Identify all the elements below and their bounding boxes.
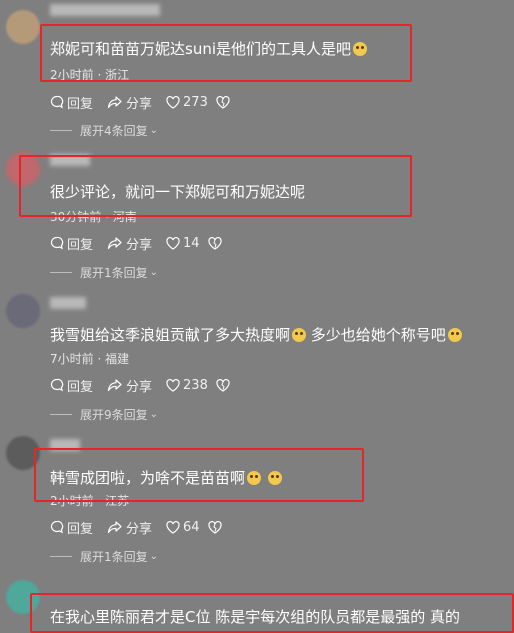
reply-bubble-icon xyxy=(50,236,64,250)
like-count: 64 xyxy=(183,519,200,535)
reply-button[interactable]: 回复 xyxy=(50,93,93,112)
heart-icon xyxy=(166,236,180,250)
chevron-down-icon: ⌄ xyxy=(149,267,159,278)
divider-line xyxy=(50,272,72,273)
reply-label: 回复 xyxy=(67,237,94,253)
smile-emoji-icon xyxy=(447,328,462,342)
dislike-button[interactable] xyxy=(207,520,225,534)
expand-replies-label: 展开9条回复 xyxy=(80,408,148,422)
reply-label: 回复 xyxy=(67,379,94,395)
like-button[interactable]: 64 xyxy=(166,520,200,535)
share-label: 分享 xyxy=(126,379,153,395)
heart-icon xyxy=(166,378,180,392)
share-button[interactable]: 分享 xyxy=(107,93,152,112)
chevron-down-icon: ⌄ xyxy=(149,125,159,136)
highlight-box xyxy=(30,593,514,633)
share-label: 分享 xyxy=(126,521,153,537)
broken-heart-icon xyxy=(216,95,230,109)
like-count: 273 xyxy=(183,94,208,110)
like-button[interactable]: 273 xyxy=(166,95,208,110)
share-label: 分享 xyxy=(126,237,153,253)
expand-replies-button[interactable]: 展开1条回复 ⌄ xyxy=(50,548,158,565)
expand-replies-button[interactable]: 展开9条回复 ⌄ xyxy=(50,406,158,423)
broken-heart-icon xyxy=(207,520,222,534)
like-count: 14 xyxy=(183,235,200,251)
divider-line xyxy=(50,130,72,131)
share-button[interactable]: 分享 xyxy=(107,376,152,395)
laughing-emoji-icon xyxy=(292,328,307,342)
reply-bubble-icon xyxy=(50,378,64,392)
share-arrow-icon xyxy=(107,237,122,250)
expand-replies-button[interactable]: 展开4条回复 ⌄ xyxy=(50,122,158,139)
dislike-button[interactable] xyxy=(207,236,225,250)
username-blurred[interactable] xyxy=(50,4,160,16)
dislike-button[interactable] xyxy=(216,378,233,392)
comment-text-content: 我雪姐给这季浪姐贡献了多大热度啊 xyxy=(50,326,291,344)
comment-actions: 回复 分享 64 xyxy=(50,518,239,537)
heart-icon xyxy=(166,520,180,534)
highlight-box xyxy=(34,448,364,502)
heart-icon xyxy=(166,95,180,109)
like-button[interactable]: 238 xyxy=(166,378,208,393)
like-count: 238 xyxy=(183,377,208,393)
share-arrow-icon xyxy=(107,96,122,109)
share-button[interactable]: 分享 xyxy=(107,518,152,537)
reply-button[interactable]: 回复 xyxy=(50,376,93,395)
reply-button[interactable]: 回复 xyxy=(50,234,93,253)
expand-replies-label: 展开4条回复 xyxy=(80,124,148,138)
comment-actions: 回复 分享 273 xyxy=(50,93,247,112)
username-blurred[interactable] xyxy=(50,297,86,309)
expand-replies-label: 展开1条回复 xyxy=(80,266,148,280)
expand-replies-label: 展开1条回复 xyxy=(80,550,148,564)
expand-replies-button[interactable]: 展开1条回复 ⌄ xyxy=(50,264,158,281)
chevron-down-icon: ⌄ xyxy=(149,551,159,562)
share-arrow-icon xyxy=(107,379,122,392)
comment-text-content-2: 多少也给她个称号吧 xyxy=(310,326,446,344)
broken-heart-icon xyxy=(207,236,222,250)
share-label: 分享 xyxy=(126,96,153,112)
reply-bubble-icon xyxy=(50,95,64,109)
reply-label: 回复 xyxy=(67,521,94,537)
like-button[interactable]: 14 xyxy=(166,236,200,251)
chevron-down-icon: ⌄ xyxy=(149,409,159,420)
avatar[interactable] xyxy=(6,10,40,44)
share-button[interactable]: 分享 xyxy=(107,234,152,253)
comment-text: 我雪姐给这季浪姐贡献了多大热度啊 多少也给她个称号吧 xyxy=(50,324,462,345)
reply-label: 回复 xyxy=(67,96,94,112)
comment-actions: 回复 分享 238 xyxy=(50,376,247,395)
highlight-box xyxy=(40,24,412,82)
divider-line xyxy=(50,414,72,415)
divider-line xyxy=(50,556,72,557)
highlight-box xyxy=(19,155,412,217)
reply-bubble-icon xyxy=(50,520,64,534)
comment-actions: 回复 分享 14 xyxy=(50,234,239,253)
reply-button[interactable]: 回复 xyxy=(50,518,93,537)
broken-heart-icon xyxy=(216,378,230,392)
comment-meta: 7小时前 · 福建 xyxy=(50,352,130,366)
avatar[interactable] xyxy=(6,294,40,328)
share-arrow-icon xyxy=(107,521,122,534)
dislike-button[interactable] xyxy=(216,95,233,109)
